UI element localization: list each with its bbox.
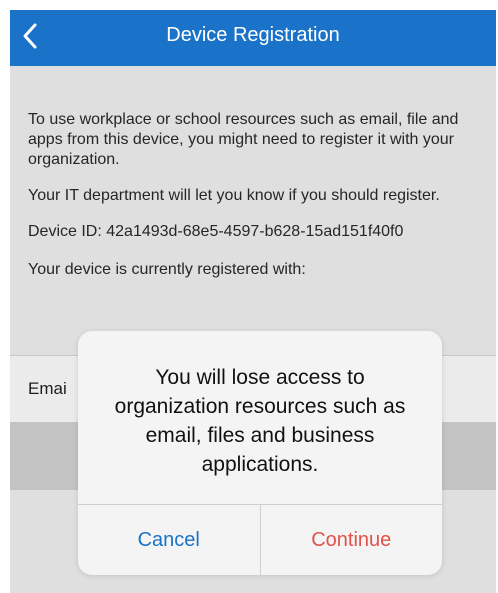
navigation-bar: Device Registration xyxy=(10,10,496,66)
cancel-button[interactable]: Cancel xyxy=(78,505,261,575)
alert-message: You will lose access to organization res… xyxy=(114,366,406,476)
device-registration-screen: Device Registration To use workplace or … xyxy=(10,10,496,593)
alert-actions: Cancel Continue xyxy=(78,504,442,575)
continue-button[interactable]: Continue xyxy=(261,505,443,575)
alert-dialog: You will lose access to organization res… xyxy=(78,331,442,575)
page-title: Device Registration xyxy=(166,24,340,46)
